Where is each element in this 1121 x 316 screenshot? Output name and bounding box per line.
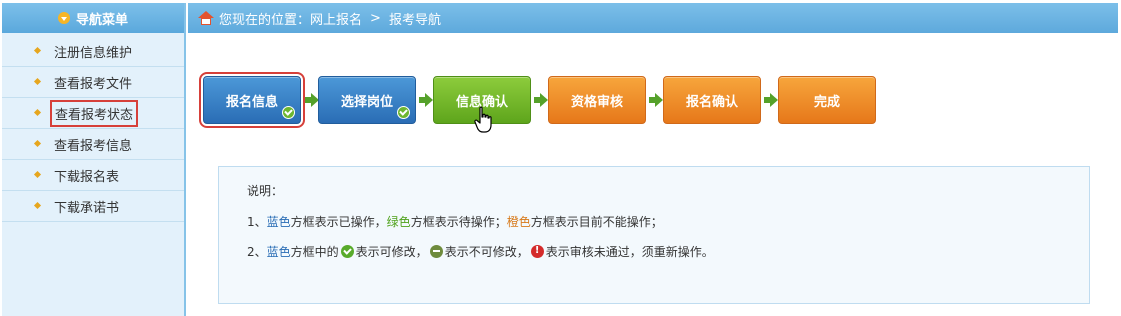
- sidebar-item-download-form[interactable]: 下载报名表: [2, 160, 184, 191]
- breadcrumb-level1[interactable]: 网上报名: [310, 9, 362, 28]
- breadcrumb-level2: 报考导航: [388, 12, 441, 28]
- step-complete: 完成: [778, 76, 876, 124]
- sidebar-item-label: 下载承诺书: [54, 200, 120, 216]
- bullet-icon: [33, 77, 42, 86]
- note-text: 方框表示目前不能操作；: [530, 214, 663, 229]
- note-blue-word: 蓝色: [266, 244, 291, 259]
- step-label: 报名信息: [225, 94, 278, 110]
- note-orange-word: 橙色: [506, 214, 531, 229]
- arrow-right-icon: [649, 93, 663, 107]
- sidebar-item-download-pledge[interactable]: 下载承诺书: [2, 191, 184, 222]
- sidebar-item-label: 查看报考文件: [54, 76, 133, 92]
- hand-cursor-icon: [474, 106, 492, 133]
- menu-down-icon: [57, 12, 70, 24]
- step-apply-confirm: 报名确认: [663, 76, 761, 124]
- breadcrumb-separator: >: [370, 10, 381, 26]
- bullet-icon: [33, 201, 42, 210]
- sidebar-header: 导航菜单: [2, 3, 184, 33]
- step-label: 资格审核: [570, 94, 623, 110]
- check-icon: [282, 106, 295, 119]
- step-label: 报名确认: [685, 94, 738, 110]
- note-number: 2、: [247, 244, 267, 259]
- sidebar-title: 导航菜单: [75, 12, 128, 28]
- arrow-right-icon: [764, 93, 778, 107]
- sidebar: 导航菜单 注册信息维护 查看报考文件 查看报考状态 查看报考信息 下载报名表 下…: [2, 3, 186, 316]
- step-qualification-review: 资格审核: [548, 76, 646, 124]
- instructions-line-1: 1、 蓝色 方框表示已操作， 绿色 方框表示待操作； 橙色 方框表示目前不能操作…: [247, 206, 1089, 236]
- step-apply-info[interactable]: 报名信息: [199, 72, 305, 128]
- home-icon[interactable]: [198, 11, 214, 25]
- sidebar-item-label: 注册信息维护: [54, 45, 133, 61]
- step-choose-position[interactable]: 选择岗位: [318, 76, 416, 124]
- check-icon: [397, 106, 410, 119]
- note-text: 方框中的: [290, 244, 339, 259]
- arrow-right-icon: [419, 93, 433, 107]
- note-number: 1、: [247, 214, 267, 229]
- bullet-icon: [33, 170, 42, 179]
- note-text: 表示审核未通过，须重新操作。: [545, 244, 714, 259]
- sidebar-item-label: 下载报名表: [54, 169, 120, 185]
- breadcrumb: 您现在的位置： 网上报名 > 报考导航: [188, 3, 1118, 33]
- breadcrumb-prefix: 您现在的位置：: [219, 12, 311, 28]
- error-icon: [530, 244, 544, 258]
- minus-icon: [429, 244, 443, 258]
- sidebar-item-view-info[interactable]: 查看报考信息: [2, 129, 184, 160]
- instructions-title-row: 说明：: [247, 182, 1089, 198]
- sidebar-item-label: 查看报考信息: [54, 138, 133, 154]
- sidebar-menu: 注册信息维护 查看报考文件 查看报考状态 查看报考信息 下载报名表 下载承诺书: [2, 33, 184, 222]
- sidebar-item-view-files[interactable]: 查看报考文件: [2, 67, 184, 98]
- check-icon: [340, 244, 354, 258]
- sidebar-item-register-info[interactable]: 注册信息维护: [2, 36, 184, 67]
- sidebar-item-label: 查看报考状态: [49, 99, 139, 127]
- arrow-right-icon: [305, 93, 319, 107]
- bullet-icon: [33, 108, 42, 117]
- note-text: 方框表示已操作，: [290, 214, 387, 229]
- instructions-panel: 说明： 1、 蓝色 方框表示已操作， 绿色 方框表示待操作； 橙色 方框表示目前…: [218, 166, 1090, 304]
- bullet-icon: [33, 46, 42, 55]
- bullet-icon: [33, 139, 42, 148]
- note-text: 表示可修改，: [355, 244, 428, 259]
- sidebar-item-view-status[interactable]: 查看报考状态: [2, 98, 184, 129]
- note-text: 方框表示待操作；: [410, 214, 507, 229]
- step-label: 完成: [813, 94, 840, 110]
- note-text: 表示不可修改，: [444, 244, 529, 259]
- note-blue-word: 蓝色: [266, 214, 291, 229]
- step-label: 选择岗位: [340, 94, 393, 110]
- note-green-word: 绿色: [386, 214, 411, 229]
- instructions-line-2: 2、 蓝色 方框中的 表示可修改， 表示不可修改， 表示审核未通过，须重新操作。: [247, 236, 1089, 266]
- instructions-title: 说明：: [247, 183, 284, 198]
- arrow-right-icon: [534, 93, 548, 107]
